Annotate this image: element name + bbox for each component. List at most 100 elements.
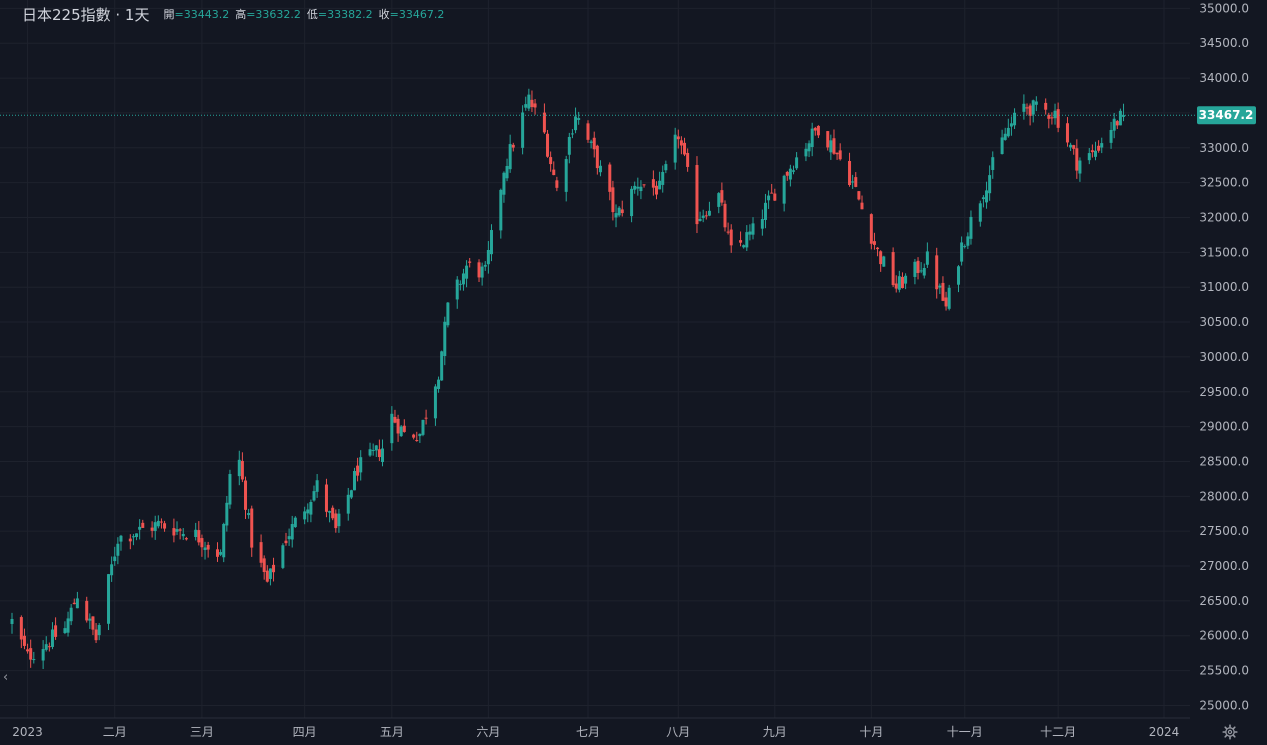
candle-body <box>978 203 982 222</box>
candle-body <box>991 157 995 170</box>
candle-body <box>349 490 353 498</box>
candle-body <box>72 602 76 605</box>
candle-body <box>829 140 833 153</box>
candle-body <box>502 172 506 195</box>
candle-body <box>197 530 201 543</box>
x-tick-label: 三月 <box>190 725 214 739</box>
y-tick-label: 28500.0 <box>1199 454 1249 468</box>
candle-body <box>175 529 179 532</box>
candle-body <box>1000 137 1004 155</box>
candle-body <box>900 276 904 289</box>
candle-body <box>315 480 319 492</box>
candle-body <box>661 171 665 185</box>
candle-body <box>782 175 786 204</box>
candle-body <box>969 216 973 239</box>
x-tick-label: 2024 <box>1149 725 1180 739</box>
candle-body <box>303 511 307 520</box>
candle-body <box>1044 102 1048 110</box>
candle-body <box>608 164 612 192</box>
candle-body <box>763 202 767 220</box>
candle-body <box>1034 101 1038 105</box>
candle-body <box>879 251 883 265</box>
candle-body <box>651 179 655 188</box>
y-tick-label: 29500.0 <box>1199 385 1249 399</box>
candle-body <box>611 187 615 213</box>
candle-body <box>172 528 176 536</box>
candle-body <box>723 203 727 228</box>
candle-body <box>184 538 188 540</box>
low-value: =33382.2 <box>317 7 373 21</box>
candle-body <box>658 180 662 190</box>
candle-body <box>530 99 534 107</box>
candle-body <box>244 480 248 510</box>
candle-body <box>664 164 668 171</box>
candle-body <box>919 270 923 272</box>
candle-body <box>745 232 749 248</box>
candle-body <box>639 186 643 192</box>
candle-body <box>19 617 23 640</box>
candle-body <box>381 448 385 463</box>
candle-body <box>396 418 400 434</box>
chart-legend: 日本225指數 · 1天 開 =33443.2 高 =33632.2 低 =33382… <box>22 4 450 24</box>
candle-body <box>1056 109 1060 128</box>
candle-body <box>505 166 509 179</box>
candle-body <box>654 185 658 195</box>
candle-body <box>810 128 814 148</box>
candle-body <box>739 240 743 243</box>
candle-body <box>922 268 926 276</box>
candle-body <box>181 533 185 537</box>
y-tick-label: 26000.0 <box>1199 629 1249 643</box>
candle-body <box>200 538 204 548</box>
candle-body <box>773 193 777 201</box>
candle-body <box>838 150 842 160</box>
x-tick-label: 四月 <box>293 725 317 739</box>
candle-body <box>461 273 465 285</box>
candle-body <box>891 252 895 286</box>
candle-body <box>206 544 210 550</box>
candle-body <box>966 236 970 246</box>
candle-body <box>988 175 992 194</box>
candle-body <box>676 136 680 140</box>
candle-body <box>854 177 858 187</box>
open-label: 開 <box>163 8 175 21</box>
collapse-panel-button[interactable]: ‹ <box>3 670 8 685</box>
candle-body <box>418 433 422 437</box>
symbol-title[interactable]: 日本225指數 · 1天 <box>22 4 149 25</box>
candle-body <box>938 285 942 288</box>
candle-body <box>813 127 817 131</box>
candle-body <box>720 190 724 203</box>
candle-body <box>47 646 51 648</box>
candle-body <box>328 511 332 513</box>
open-value: =33443.2 <box>174 7 230 21</box>
candle-body <box>614 213 618 218</box>
candle-body <box>904 275 908 284</box>
y-tick-label: 34000.0 <box>1199 71 1249 85</box>
candle-body <box>324 484 328 512</box>
y-tick-label: 34500.0 <box>1199 36 1249 50</box>
x-tick-label: 八月 <box>666 725 690 739</box>
y-tick-label: 31500.0 <box>1199 245 1249 259</box>
y-tick-label: 31000.0 <box>1199 280 1249 294</box>
candle-body <box>524 104 528 108</box>
candle-body <box>247 512 251 516</box>
candle-body <box>567 136 571 155</box>
candle-body <box>1118 110 1122 126</box>
candle-body <box>960 242 964 262</box>
candle-body <box>153 522 157 531</box>
candle-body <box>1003 133 1007 140</box>
low-label: 低 <box>306 8 318 21</box>
candle-body <box>947 287 951 309</box>
candle-body <box>695 164 699 225</box>
candle-body <box>44 644 48 650</box>
candle-body <box>857 191 861 200</box>
settings-button[interactable] <box>1220 722 1240 742</box>
candle-body <box>312 491 316 501</box>
y-tick-label: 35000.0 <box>1199 1 1249 15</box>
candle-body <box>876 247 880 250</box>
candle-body <box>119 535 123 542</box>
candlestick-chart[interactable]: 25000.0 25500.0 26000.0 26500.0 27000.0 27500… <box>0 0 1267 745</box>
candle-body <box>851 181 855 183</box>
candle-body <box>421 419 425 435</box>
candle-body <box>465 265 469 279</box>
candle-body <box>268 568 272 579</box>
